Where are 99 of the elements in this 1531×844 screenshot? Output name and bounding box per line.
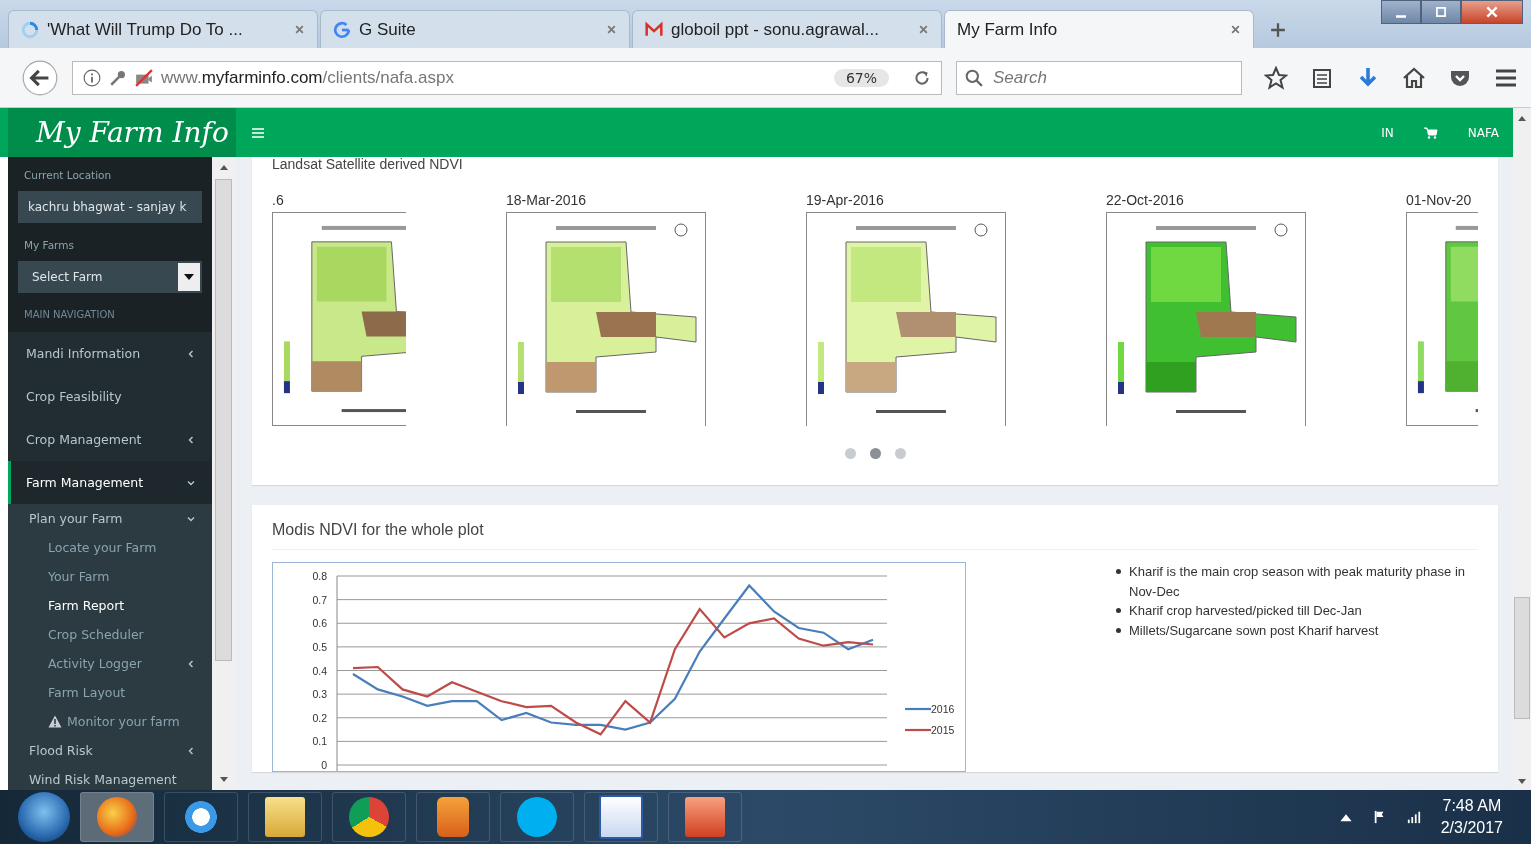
nav-item[interactable]: Crop Management (11, 432, 186, 447)
section-heading: MAIN NAVIGATION (8, 297, 212, 332)
blocked-camera-icon (135, 68, 153, 87)
ndvi-map-image[interactable] (806, 212, 1006, 426)
note-text: Millets/Sugarcane sown post Kharif harvest (1129, 621, 1379, 640)
slide-date: 22-Oct-2016 (1106, 192, 1185, 208)
close-window-button[interactable] (1461, 0, 1523, 24)
minimize-button[interactable] (1381, 0, 1421, 24)
y-tick-label: 0.8 (312, 570, 327, 582)
nav-item[interactable]: Monitor your farm (11, 714, 196, 729)
farm-select[interactable]: Select Farm (8, 257, 212, 297)
nav-item[interactable]: Flood Risk (11, 743, 186, 758)
reload-icon[interactable] (913, 68, 931, 87)
back-button[interactable] (22, 59, 58, 96)
close-icon (1485, 5, 1499, 19)
browser-tab[interactable]: G Suite (320, 10, 630, 48)
slide-date: .6 (272, 192, 285, 208)
scrollbar-thumb[interactable] (215, 179, 232, 661)
scroll-up-icon[interactable] (1517, 114, 1527, 122)
address-bar[interactable]: www.myfarminfo.com/clients/nafa.aspx 67% (72, 60, 942, 95)
panel-title: Landsat Satellite derived NDVI (272, 157, 464, 172)
ndvi-map-image[interactable] (272, 212, 406, 426)
envelope-icon (645, 20, 663, 39)
loading-icon (21, 20, 39, 39)
maximize-button[interactable] (1421, 0, 1461, 24)
bullet-icon (1116, 627, 1121, 633)
close-icon[interactable] (606, 24, 617, 35)
sidebar-label: My Farms (8, 227, 212, 257)
search-field[interactable]: Search (956, 60, 1242, 95)
clock-date[interactable]: 2/3/2017 (1440, 819, 1503, 837)
clock-time[interactable]: 7:48 AM (1442, 797, 1502, 815)
ndvi-map-image[interactable] (1406, 212, 1478, 426)
panel-title: Modis NDVI for the whole plot (272, 505, 1478, 550)
nav-item[interactable]: Crop Feasibility (11, 389, 196, 404)
bullet-icon (1116, 569, 1121, 574)
legend-entry: 2016 (905, 703, 955, 715)
scroll-down-icon[interactable] (218, 776, 229, 784)
nav-item[interactable]: Farm Layout (11, 685, 196, 700)
bullet-icon (1116, 608, 1121, 613)
scrollbar-thumb[interactable] (1514, 597, 1530, 719)
carousel-dot[interactable] (869, 448, 881, 459)
browser-tab[interactable]: My Farm Info (944, 10, 1254, 48)
maximize-icon (1434, 5, 1448, 19)
legend-label: 2015 (931, 724, 955, 736)
key-icon (109, 68, 127, 87)
minimize-icon (1396, 14, 1406, 18)
y-tick-label: 0.6 (312, 617, 327, 630)
nav-item[interactable]: Activity Logger (11, 656, 186, 671)
site-logo[interactable]: My Farm Info (8, 108, 236, 157)
y-tick-label: 0.4 (312, 664, 327, 677)
nav-item[interactable]: Wind Risk Management (11, 772, 196, 787)
warning-icon (48, 715, 62, 728)
nav-item[interactable]: Plan your Farm (11, 511, 186, 526)
note-text: Kharif crop harvested/picked till Dec-Jan (1129, 602, 1362, 620)
y-tick-label: 0 (321, 759, 327, 771)
search-icon (965, 68, 983, 87)
y-tick-label: 0.7 (312, 593, 327, 606)
close-icon[interactable] (294, 24, 305, 35)
nav-item[interactable]: Locate your Farm (11, 540, 196, 555)
sidebar-label: Current Location (8, 157, 212, 187)
cart-icon[interactable] (1423, 126, 1438, 139)
y-tick-label: 0.1 (312, 735, 327, 748)
scroll-up-icon[interactable] (218, 163, 229, 171)
ndvi-map-image[interactable] (1106, 212, 1306, 426)
url-text: www.myfarminfo.com/clients/nafa.aspx (161, 67, 455, 88)
slide-date: 18-Mar-2016 (506, 192, 588, 208)
chrome-icon[interactable] (332, 792, 406, 842)
slide-date: 19-Apr-2016 (806, 192, 885, 208)
ndvi-map-image[interactable] (506, 212, 706, 426)
signal-icon[interactable] (1406, 810, 1421, 824)
scroll-down-icon[interactable] (1517, 778, 1527, 786)
slide-date: 01-Nov-20 (1406, 192, 1473, 208)
dropdown-icon[interactable] (178, 263, 200, 291)
legend-label: 2016 (931, 703, 955, 715)
g-logo-icon (333, 20, 351, 39)
bookmark-star-icon[interactable] (1264, 65, 1288, 90)
close-icon[interactable] (918, 24, 929, 35)
page-scrollbar[interactable] (1513, 157, 1531, 790)
nav-item[interactable]: Your Farm (11, 569, 196, 584)
home-icon[interactable] (1402, 65, 1426, 90)
start-button[interactable] (18, 792, 70, 842)
sidebar-scrollbar[interactable] (212, 157, 235, 790)
y-tick-label: 0.2 (312, 711, 327, 724)
nav-item[interactable]: Mandi Information (11, 346, 186, 361)
browser-tab[interactable]: globoil ppt - sonu.agrawal... (632, 10, 942, 48)
carousel-dot[interactable] (844, 448, 856, 459)
nav-item[interactable]: Crop Scheduler (11, 627, 196, 642)
browser-tab[interactable]: 'What Will Trump Do To ... (8, 10, 318, 48)
close-icon[interactable] (1230, 24, 1241, 35)
zoom-level[interactable]: 67% (833, 68, 889, 87)
y-tick-label: 0.3 (312, 688, 327, 701)
location-field[interactable]: kachru bhagwat - sanjay k (8, 187, 212, 227)
new-tab-icon[interactable] (1270, 22, 1286, 38)
y-tick-label: 0.5 (312, 640, 327, 653)
nav-item[interactable]: Farm Report (11, 598, 196, 613)
info-icon (83, 68, 101, 87)
note-text: Kharif is the main crop season with peak maturity phase in Nov-Dec (1129, 563, 1466, 601)
legend-entry: 2015 (905, 724, 955, 736)
carousel-dot[interactable] (894, 448, 906, 459)
